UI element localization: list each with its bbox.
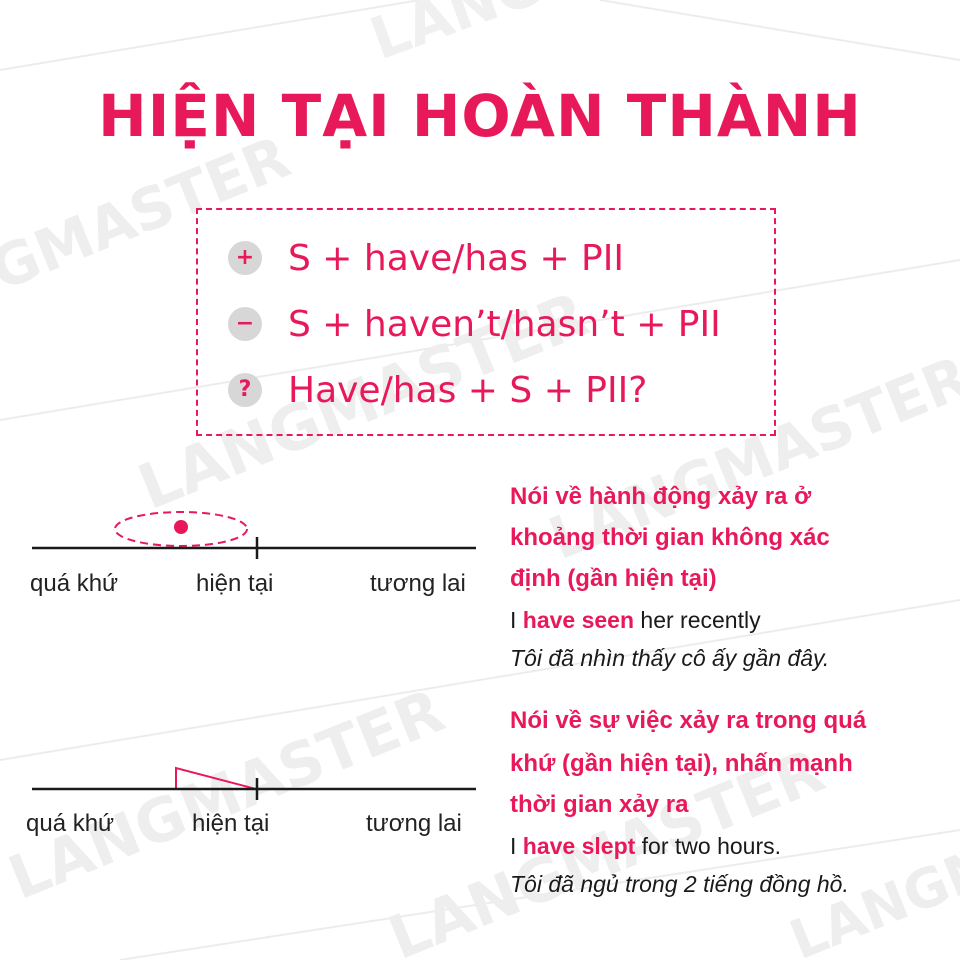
label-past: quá khứ xyxy=(26,810,115,837)
duration-wedge xyxy=(175,766,257,790)
event-dot xyxy=(174,520,188,534)
minus-icon: − xyxy=(228,307,262,341)
formula-negative: − S + haven’t/hasn’t + PII xyxy=(228,299,721,349)
formula-question: ? Have/has + S + PII? xyxy=(228,365,647,415)
usage-heading-line: Nói về hành động xảy ra ở xyxy=(510,483,812,510)
usage-block-2: Nói về sự việc xảy ra trong quá khứ (gần… xyxy=(510,700,950,903)
example-verb: have seen xyxy=(522,607,635,633)
label-future: tương lai xyxy=(366,810,462,837)
timeline-diagram-2: quá khứ hiện tại tương lai xyxy=(20,740,490,880)
formula-box: + S + have/has + PII − S + haven’t/hasn’… xyxy=(196,208,776,436)
timeline-diagram-1: quá khứ hiện tại tương lai xyxy=(20,500,490,640)
example-subject: I xyxy=(510,607,517,633)
usage-heading-line: khứ (gần hiện tại), nhấn mạnh xyxy=(510,750,853,777)
example-verb: have slept xyxy=(522,833,636,859)
formula-text: Have/has + S + PII? xyxy=(288,369,648,411)
formula-text: S + have/has + PII xyxy=(288,237,624,279)
formula-affirmative: + S + have/has + PII xyxy=(228,233,624,283)
usage-example: I have seen her recently xyxy=(510,601,950,639)
plus-icon: + xyxy=(228,241,262,275)
label-present: hiện tại xyxy=(192,810,270,837)
question-icon: ? xyxy=(228,373,262,407)
usage-block-1: Nói về hành động xảy ra ở khoảng thời gi… xyxy=(510,476,950,677)
example-rest: her recently xyxy=(640,607,761,633)
usage-heading-line: khoảng thời gian không xác xyxy=(510,524,830,551)
label-present: hiện tại xyxy=(196,570,274,597)
label-past: quá khứ xyxy=(30,570,119,597)
usage-heading-line: thời gian xảy ra xyxy=(510,791,689,818)
usage-translation: Tôi đã ngủ trong 2 tiếng đồng hồ. xyxy=(510,871,849,897)
formula-text: S + haven’t/hasn’t + PII xyxy=(288,303,721,345)
usage-example: I have slept for two hours. xyxy=(510,827,950,865)
example-subject: I xyxy=(510,833,517,859)
usage-heading-line: định (gần hiện tại) xyxy=(510,565,717,592)
usage-translation: Tôi đã nhìn thấy cô ấy gần đây. xyxy=(510,645,830,671)
label-future: tương lai xyxy=(370,570,466,597)
usage-heading-line: Nói về sự việc xảy ra trong quá xyxy=(510,707,867,734)
page-title: HIỆN TẠI HOÀN THÀNH xyxy=(98,82,862,150)
example-rest: for two hours. xyxy=(641,833,782,859)
